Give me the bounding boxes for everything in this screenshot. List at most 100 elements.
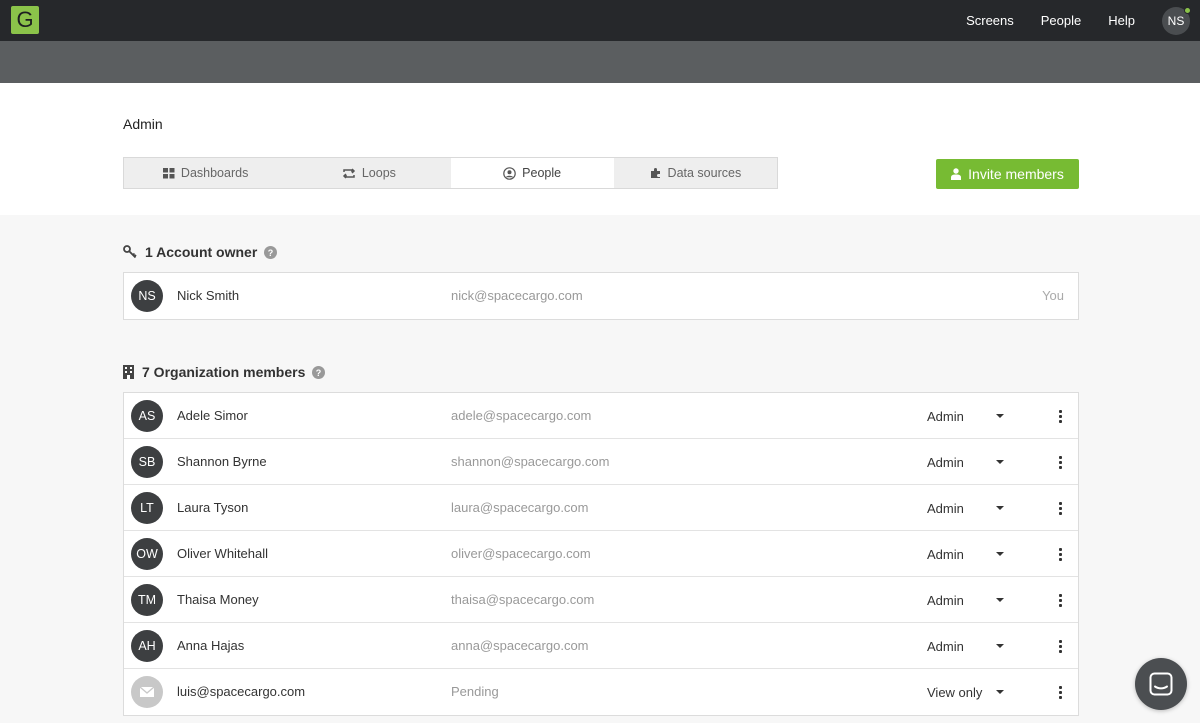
account-owner-list: NS Nick Smith nick@spacecargo.com You — [123, 272, 1079, 320]
role-value: Admin — [927, 592, 964, 608]
table-row: AS Adele Simor adele@spacecargo.com Admi… — [124, 393, 1078, 439]
key-icon — [123, 245, 137, 259]
table-row: NS Nick Smith nick@spacecargo.com You — [124, 273, 1078, 319]
role-value: Admin — [927, 546, 964, 562]
tab-people[interactable]: People — [450, 158, 614, 188]
caret-down-icon — [996, 414, 1004, 418]
avatar: TM — [131, 584, 163, 616]
table-row: AH Anna Hajas anna@spacecargo.com Admin — [124, 623, 1078, 669]
more-options-icon[interactable] — [1055, 545, 1065, 563]
top-navbar: G Screens People Help NS — [0, 0, 1200, 41]
avatar — [131, 676, 163, 708]
org-members-list: AS Adele Simor adele@spacecargo.com Admi… — [123, 392, 1079, 716]
role-dropdown[interactable]: Admin — [927, 498, 1007, 518]
org-members-title: 7 Organization members — [142, 364, 306, 380]
table-row: TM Thaisa Money thaisa@spacecargo.com Ad… — [124, 577, 1078, 623]
loop-icon — [342, 167, 355, 179]
more-options-icon[interactable] — [1055, 591, 1065, 609]
member-name: Nick Smith — [177, 288, 240, 303]
user-avatar[interactable]: NS — [1162, 6, 1191, 35]
sub-header-bar — [0, 41, 1200, 83]
org-members-heading: 7 Organization members ? — [123, 364, 326, 380]
grid-icon — [162, 167, 175, 178]
member-name: Oliver Whitehall — [177, 546, 269, 561]
member-email: nick@spacecargo.com — [451, 288, 583, 303]
table-row: OW Oliver Whitehall oliver@spacecargo.co… — [124, 531, 1078, 577]
avatar: SB — [131, 446, 163, 478]
account-owner-title: 1 Account owner — [145, 244, 258, 260]
role-dropdown[interactable]: Admin — [927, 590, 1007, 610]
role-dropdown[interactable]: Admin — [927, 406, 1007, 426]
tab-label: Loops — [361, 166, 396, 180]
puzzle-icon — [650, 168, 660, 178]
nav-screens[interactable]: Screens — [966, 13, 1014, 28]
caret-down-icon — [996, 690, 1004, 694]
member-email: laura@spacecargo.com — [451, 500, 589, 515]
member-email: shannon@spacecargo.com — [451, 454, 610, 469]
tab-loops[interactable]: Loops — [287, 158, 450, 188]
invite-members-button[interactable]: Invite members — [936, 159, 1079, 189]
page-title: Admin — [123, 116, 163, 132]
tab-label: Data sources — [667, 166, 742, 180]
more-options-icon[interactable] — [1055, 499, 1065, 517]
admin-tabs: Dashboards Loops People Data sources — [123, 157, 778, 189]
role-value: View only — [927, 684, 983, 700]
chat-launcher-button[interactable] — [1135, 658, 1187, 710]
pending-status: Pending — [451, 684, 499, 699]
app-logo[interactable]: G — [11, 6, 39, 34]
nav-people[interactable]: People — [1041, 13, 1081, 28]
member-name: Adele Simor — [177, 408, 248, 423]
member-name: Shannon Byrne — [177, 454, 267, 469]
you-label: You — [1042, 288, 1064, 303]
role-value: Admin — [927, 408, 964, 424]
account-owner-heading: 1 Account owner ? — [123, 244, 278, 260]
more-options-icon[interactable] — [1055, 453, 1065, 471]
more-options-icon[interactable] — [1055, 637, 1065, 655]
top-nav: Screens People Help NS — [966, 0, 1200, 41]
avatar: OW — [131, 538, 163, 570]
caret-down-icon — [996, 552, 1004, 556]
avatar: AS — [131, 400, 163, 432]
envelope-icon — [139, 686, 155, 697]
member-name: Anna Hajas — [177, 638, 245, 653]
member-email: oliver@spacecargo.com — [451, 546, 591, 561]
user-circle-icon — [503, 166, 516, 180]
role-value: Admin — [927, 500, 964, 516]
user-icon — [951, 168, 962, 180]
online-status-dot — [1184, 6, 1191, 14]
table-row: luis@spacecargo.com Pending View only — [124, 669, 1078, 715]
more-options-icon[interactable] — [1055, 683, 1065, 701]
avatar: NS — [131, 280, 163, 312]
nav-help[interactable]: Help — [1108, 13, 1135, 28]
caret-down-icon — [996, 506, 1004, 510]
role-dropdown[interactable]: Admin — [927, 452, 1007, 472]
admin-header: Admin Dashboards Loops People Data sourc… — [0, 83, 1200, 215]
caret-down-icon — [996, 598, 1004, 602]
help-icon[interactable]: ? — [312, 365, 326, 379]
member-email: adele@spacecargo.com — [451, 408, 592, 423]
member-name: luis@spacecargo.com — [177, 684, 306, 699]
building-icon — [123, 365, 134, 379]
tab-label: People — [522, 166, 562, 180]
role-dropdown[interactable]: View only — [927, 682, 1007, 702]
role-value: Admin — [927, 638, 964, 654]
tab-data-sources[interactable]: Data sources — [614, 158, 777, 188]
table-row: SB Shannon Byrne shannon@spacecargo.com … — [124, 439, 1078, 485]
role-dropdown[interactable]: Admin — [927, 544, 1007, 564]
role-dropdown[interactable]: Admin — [927, 636, 1007, 656]
svg-text:?: ? — [268, 248, 274, 258]
member-email: anna@spacecargo.com — [451, 638, 589, 653]
member-email: thaisa@spacecargo.com — [451, 592, 595, 607]
help-icon[interactable]: ? — [264, 245, 278, 259]
tab-label: Dashboards — [180, 166, 249, 180]
user-initials: NS — [1167, 13, 1185, 28]
svg-text:?: ? — [316, 368, 322, 378]
more-options-icon[interactable] — [1055, 407, 1065, 425]
member-name: Thaisa Money — [177, 592, 259, 607]
chat-icon — [1149, 672, 1173, 696]
caret-down-icon — [996, 644, 1004, 648]
role-value: Admin — [927, 454, 964, 470]
invite-members-label: Invite members — [968, 166, 1064, 182]
tab-dashboards[interactable]: Dashboards — [124, 158, 287, 188]
member-name: Laura Tyson — [177, 500, 249, 515]
